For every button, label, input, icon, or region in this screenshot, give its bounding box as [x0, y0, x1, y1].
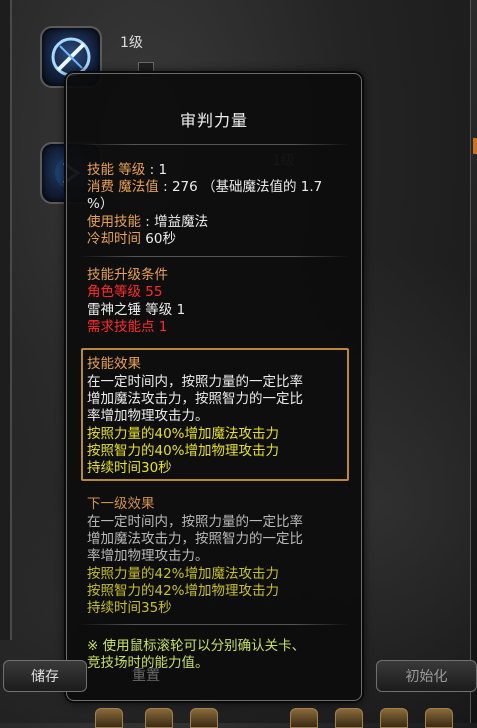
skill-level-row: 技能 等级 : 1 [87, 162, 168, 178]
effect-stat-line: 按照力量的40%增加魔法攻击力 [87, 426, 280, 442]
save-button[interactable]: 储存 [3, 660, 87, 692]
scroll-marker [473, 138, 477, 154]
next-level-header: 下一级效果 [87, 496, 155, 512]
toolbar-slot-icon[interactable] [335, 708, 363, 728]
toolbar-slot-icon[interactable] [380, 708, 408, 728]
reset-button-label[interactable]: 重置 [132, 668, 160, 685]
section-divider-1 [79, 256, 349, 257]
left-window-frame [0, 0, 12, 640]
cooldown-value: 60秒 [145, 231, 176, 247]
next-desc-line: 在一定时间内，按照力量的一定比率 [87, 514, 303, 530]
toolbar-slot-icon[interactable] [290, 708, 318, 728]
use-skill-row: 使用技能 : 增益魔法 [87, 214, 209, 230]
initialize-button[interactable]: 初始化 [376, 660, 477, 692]
required-skill: 雷神之锤 等级 1 [87, 302, 186, 318]
cooldown-row: 冷却时间 60秒 [87, 231, 176, 248]
cost-value: 276 （基础魔法值的 1.7 [171, 179, 323, 195]
next-stat-line: 按照智力的42%增加物理攻击力 [87, 583, 280, 599]
bottom-toolbar [60, 708, 470, 728]
skill-title: 审判力量 [179, 111, 248, 130]
skill-tooltip: 审判力量 技能 等级 : 1 消费 魔法值 : 276 （基础魔法值的 1.7 … [66, 73, 362, 701]
upgrade-header: 技能升级条件 [87, 267, 168, 283]
toolbar-slot-icon[interactable] [425, 708, 453, 728]
toolbar-slot-icon[interactable] [190, 708, 218, 728]
cost-value-cont: %） [87, 196, 114, 212]
toolbar-slot-icon[interactable] [145, 708, 173, 728]
use-skill-label: 使用技能 [87, 214, 141, 230]
effect-desc-line: 增加魔法攻击力，按照智力的一定比 [87, 391, 303, 407]
skill-level-value: 1 [158, 162, 168, 178]
section-divider-2 [79, 624, 349, 625]
required-character-level: 角色等级 55 [87, 284, 163, 300]
next-desc-line: 率增加物理攻击力。 [87, 548, 209, 564]
skill-level-label: 技能 等级 [87, 162, 146, 178]
next-stat-line: 按照力量的42%增加魔法攻击力 [87, 566, 280, 582]
use-skill-value: 增益魔法 [154, 214, 209, 230]
skill-level-text: 1级 [120, 35, 143, 51]
hint-line: ※ 使用鼠标滚轮可以分别确认关卡、 [87, 638, 306, 654]
next-desc-line: 增加魔法攻击力，按照智力的一定比 [87, 531, 303, 547]
required-skill-points: 需求技能点 1 [87, 319, 168, 335]
right-window-edge [470, 0, 477, 723]
title-divider [79, 144, 349, 145]
cost-label: 消费 魔法值 [87, 179, 159, 195]
effect-desc-line: 率增加物理攻击力。 [87, 408, 209, 424]
effect-desc-line: 在一定时间内，按照力量的一定比率 [87, 374, 303, 390]
effect-stat-line: 持续时间30秒 [87, 460, 172, 476]
cost-row: 消费 魔法值 : 276 （基础魔法值的 1.7 [87, 179, 323, 195]
effect-header: 技能效果 [87, 356, 141, 372]
next-stat-line: 持续时间35秒 [87, 600, 172, 616]
toolbar-slot-icon[interactable] [95, 708, 123, 728]
cooldown-label: 冷却时间 [87, 231, 141, 247]
effect-stat-line: 按照智力的40%增加物理攻击力 [87, 443, 280, 459]
